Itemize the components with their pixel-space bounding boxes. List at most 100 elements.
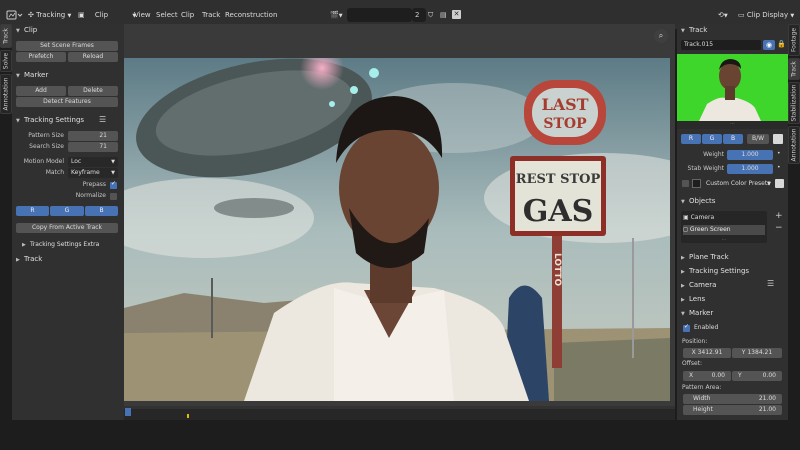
- track-section-header[interactable]: ▶ Track: [12, 253, 124, 265]
- tracking-settings-extra-header[interactable]: ▶ Tracking Settings Extra: [12, 239, 124, 251]
- movie-clip-frame[interactable]: LAST STOP REST STOP GAS LOTTO: [124, 58, 670, 401]
- channel-b-toggle[interactable]: B: [85, 206, 118, 216]
- motion-model-dropdown[interactable]: Loc ▼: [68, 157, 118, 167]
- clip-section-header[interactable]: ▼ Clip: [12, 24, 124, 36]
- menu-select[interactable]: Select: [156, 8, 178, 22]
- presets-list-icon[interactable]: ☰: [99, 115, 106, 124]
- object-icon: ◻: [683, 226, 688, 233]
- marker-panel-header[interactable]: ▼ Marker: [677, 307, 788, 319]
- add-object-button[interactable]: +: [775, 211, 783, 221]
- clip-section-title: Clip: [24, 26, 38, 34]
- normalize-checkbox[interactable]: [110, 193, 117, 200]
- clip-timeline[interactable]: [124, 406, 675, 420]
- tab-solve[interactable]: Solve: [0, 50, 12, 72]
- match-dropdown[interactable]: Keyframe ▼: [68, 168, 118, 178]
- track-channel-r[interactable]: R: [681, 134, 701, 144]
- current-frame-marker[interactable]: [125, 408, 131, 416]
- tracking-settings-section-header[interactable]: ▶ Tracking Settings: [677, 265, 788, 277]
- reload-button[interactable]: Reload: [68, 52, 118, 62]
- frame-number[interactable]: 2: [412, 8, 426, 22]
- movieclip-selector[interactable]: 🎬▼: [330, 8, 343, 22]
- lock-icon[interactable]: 🔒: [777, 40, 786, 48]
- clip-viewer[interactable]: ⌕ LAST STOP REST STOP GAS LOTTO: [124, 24, 675, 420]
- prepass-label: Prepass: [82, 181, 106, 188]
- left-toolbar-panel: ▼ Clip Set Scene Frames Prefetch Reload ▼…: [12, 24, 124, 420]
- position-x-field[interactable]: X 3412.91: [683, 348, 731, 358]
- color-swatch-icon[interactable]: [773, 134, 783, 144]
- list-resize-handle[interactable]: ⋯: [681, 237, 767, 243]
- menu-track[interactable]: Track: [202, 8, 220, 22]
- tab-track[interactable]: Track: [0, 24, 12, 48]
- keyframe-marker[interactable]: [187, 414, 189, 418]
- color-picker-swatch[interactable]: [692, 179, 701, 188]
- custom-color-checkbox[interactable]: [682, 180, 689, 187]
- search-size-field[interactable]: 71: [68, 142, 118, 152]
- channel-g-toggle[interactable]: G: [50, 206, 84, 216]
- menu-clip[interactable]: Clip: [181, 8, 194, 22]
- plane-track-section-header[interactable]: ▶ Plane Track: [677, 251, 788, 263]
- right-sidebar-panel: ▼ Track Track.015 ◉ 🔒 ⋯ R G B B/W Weight …: [677, 24, 788, 420]
- menu-view[interactable]: View: [134, 8, 151, 22]
- offset-x-field[interactable]: X 0.00: [683, 371, 731, 381]
- open-folder-icon[interactable]: ▤: [440, 8, 447, 22]
- track-channel-g[interactable]: G: [702, 134, 722, 144]
- object-item-green-screen[interactable]: ◻ Green Screen: [683, 225, 765, 235]
- object-item-camera-label: Camera: [690, 214, 715, 221]
- position-y-field[interactable]: Y 1384.21: [732, 348, 782, 358]
- marker-enabled-checkbox[interactable]: [683, 323, 690, 332]
- track-channel-b[interactable]: B: [723, 134, 743, 144]
- plane-track-title: Plane Track: [689, 253, 729, 261]
- delete-marker-button[interactable]: Delete: [68, 86, 118, 96]
- editor-type-icon[interactable]: [6, 8, 24, 22]
- channel-r-toggle[interactable]: R: [16, 206, 49, 216]
- pattern-width-field[interactable]: Width 21.00: [683, 394, 782, 404]
- custom-color-presets-menu[interactable]: Custom Color Presets ▼: [703, 179, 773, 189]
- tab-track-right[interactable]: Track: [788, 58, 800, 80]
- prepass-checkbox[interactable]: [110, 180, 117, 189]
- marker-section-header[interactable]: ▼ Marker: [12, 69, 124, 81]
- keyframe-dot-icon[interactable]: •: [777, 164, 781, 171]
- object-item-camera[interactable]: ▣ Camera: [683, 213, 714, 223]
- pattern-height-field[interactable]: Height 21.00: [683, 405, 782, 415]
- tracking-settings-header[interactable]: ▼ Tracking Settings: [12, 114, 124, 126]
- tab-footage[interactable]: Footage: [788, 24, 800, 56]
- track-panel-header[interactable]: ▼ Track: [677, 24, 788, 36]
- offset-y-field[interactable]: Y 0.00: [732, 371, 782, 381]
- sign-rest-stop: REST STOP: [516, 172, 601, 187]
- lens-section-title: Lens: [689, 295, 706, 303]
- eye-icon[interactable]: ◉: [763, 40, 775, 50]
- clip-name-field[interactable]: [347, 8, 412, 22]
- keyframe-dot-icon[interactable]: •: [777, 150, 781, 157]
- stab-weight-label: Stab Weight: [687, 165, 724, 172]
- mode-selector[interactable]: ▣ Clip ▼: [78, 8, 136, 22]
- sign-last: LAST: [541, 95, 588, 114]
- detect-features-button[interactable]: Detect Features: [16, 97, 118, 107]
- zoom-icon[interactable]: ⌕: [654, 29, 668, 43]
- presets-menu-icon[interactable]: [775, 179, 784, 188]
- track-grayscale-toggle[interactable]: B/W: [747, 134, 769, 144]
- remove-object-button[interactable]: −: [775, 223, 783, 233]
- copy-from-active-track-button[interactable]: Copy From Active Track: [16, 223, 118, 233]
- tab-annotation[interactable]: Annotation: [0, 74, 12, 114]
- tab-annotation-label: Annotation: [2, 77, 10, 111]
- objects-section-header[interactable]: ▼ Objects: [677, 195, 788, 207]
- stab-weight-field[interactable]: 1.000: [727, 164, 773, 174]
- prefetch-button[interactable]: Prefetch: [16, 52, 66, 62]
- set-scene-frames-button[interactable]: Set Scene Frames: [16, 41, 118, 51]
- tab-stabilization[interactable]: Stabilization: [788, 82, 800, 124]
- close-icon[interactable]: ✕: [452, 10, 461, 19]
- preview-resize-handle[interactable]: ⋯: [677, 121, 788, 129]
- camera-presets-icon[interactable]: ☰: [767, 279, 774, 288]
- track-name-field[interactable]: Track.015: [681, 40, 761, 50]
- tab-annotation-right[interactable]: Annotation: [788, 126, 800, 164]
- pivot-icon[interactable]: ⟲▼: [718, 8, 728, 22]
- fake-user-icon[interactable]: ⛉: [428, 8, 433, 22]
- menu-reconstruction[interactable]: Reconstruction: [225, 8, 277, 22]
- workspace-selector[interactable]: ✣ Tracking ▼: [28, 8, 71, 22]
- collapsed-icon: ▶: [22, 242, 26, 248]
- weight-field[interactable]: 1.000: [727, 150, 773, 160]
- clip-display-menu[interactable]: ▭ Clip Display ▼: [738, 8, 794, 22]
- lens-section-header[interactable]: ▶ Lens: [677, 293, 788, 305]
- pattern-size-field[interactable]: 21: [68, 131, 118, 141]
- add-marker-button[interactable]: Add: [16, 86, 66, 96]
